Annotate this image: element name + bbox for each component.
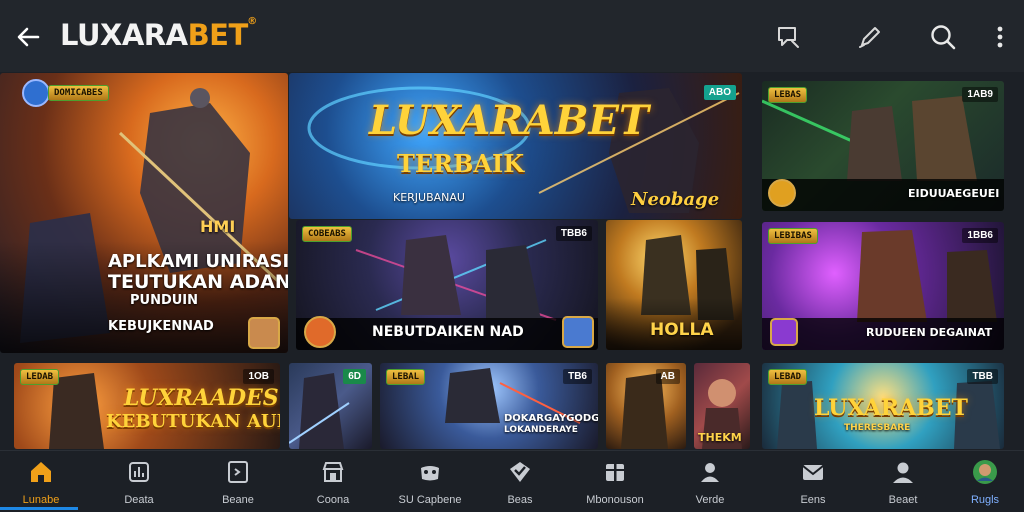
nav-item-home[interactable]: Lunabe (0, 459, 86, 507)
tile-badge: LEDAB (20, 369, 60, 385)
nav-item-label: Lunabe (22, 494, 60, 506)
tile-corner-label: TB6 (563, 369, 592, 384)
tile-corner-label: TBB6 (555, 226, 592, 241)
banner-title: LUXARABET (369, 97, 649, 144)
nav-item-eens[interactable]: Eens (768, 459, 858, 507)
home-icon (31, 462, 51, 482)
game-tile[interactable]: LEBIBAS 1BB6 RUDUEEN DEGAINAT (762, 222, 1004, 350)
nav-item-beane[interactable]: Beane (193, 459, 283, 507)
nav-item-label: Verde (695, 494, 725, 506)
chat-icon[interactable] (774, 23, 802, 51)
game-tile[interactable]: 6D (289, 363, 372, 449)
nav-item-label: Deata (124, 494, 154, 506)
character-thumb-icon (562, 316, 594, 348)
tile-corner-label: 1OB (243, 369, 274, 384)
bottom-navigation: Lunabe Deata Beane Coona SU Capbene Beas… (0, 450, 1024, 512)
brand-logo[interactable]: LUXARABET ® (60, 16, 257, 52)
active-tab-indicator (0, 507, 78, 510)
nav-item-label: Coona (316, 494, 350, 506)
user-icon (701, 463, 719, 482)
tile-corner-label: HMI (200, 217, 236, 236)
search-icon[interactable] (929, 23, 957, 51)
tile-caption: THEKM (698, 431, 742, 444)
game-avatar-icon (22, 79, 50, 107)
banner-subtitle: TERBAIK (397, 149, 525, 178)
nav-item-label: SU Capbene (398, 494, 462, 506)
tile-caption: RUDUEEN DEGAINAT (866, 326, 993, 339)
shield-check-icon (510, 462, 530, 482)
game-tile[interactable]: LEBAL TB6 DOKARGAYGODG LOKANDERAYE (380, 363, 598, 449)
gift-icon (606, 464, 624, 481)
nav-item-beaet[interactable]: Beaet (858, 459, 948, 507)
game-tile[interactable]: AB (606, 363, 686, 449)
game-tile[interactable]: COBEABS TBB6 NEBUTDAIKEN NAD (296, 220, 598, 350)
avatar-icon (973, 460, 997, 484)
banner-tagline: KERJUBANAU (393, 191, 465, 204)
tablet-icon (228, 461, 248, 483)
nav-item-rugls[interactable]: Rugls (940, 459, 1024, 507)
tile-caption: EIDUUAEGEUEI (908, 187, 1000, 200)
tile-caption: KEBUJKENNAD (108, 319, 214, 334)
tile-caption: DOKARGAYGODG (504, 413, 598, 424)
tile-badge: LEBAS (768, 87, 808, 103)
partner-brand: Neobage (631, 189, 720, 210)
game-avatar-icon (770, 318, 798, 346)
tile-caption: TEUTUKAN ADAN (108, 271, 288, 293)
nav-item-verde[interactable]: Verde (665, 459, 755, 507)
nav-item-mbonouson[interactable]: Mbonouson (570, 459, 660, 507)
nav-item-coona[interactable]: Coona (288, 459, 378, 507)
game-tile-featured-banner[interactable]: LUXARABET TERBAIK KERJUBANAU ABO Neobage (289, 73, 742, 219)
chart-icon (129, 462, 149, 482)
game-tile-featured-left[interactable]: DOMICABES APLKAMI UNIRASI TEUTUKAN ADAN … (0, 73, 288, 353)
nav-item-capbene[interactable]: SU Capbene (385, 459, 475, 507)
tile-corner-label: 1AB9 (962, 87, 998, 102)
game-avatar-icon (304, 316, 336, 348)
tile-corner-label: 1BB6 (962, 228, 998, 243)
app-root: LUXARABET ® DOMICABES APLKAMI UNIRASI TE… (0, 0, 1024, 512)
tile-corner-label: AB (655, 369, 680, 384)
tile-caption: PUNDUIN (130, 293, 199, 308)
game-tile[interactable]: HOLLA (606, 220, 742, 350)
nav-item-label: Beaet (888, 494, 918, 506)
game-tile[interactable]: THEKM (694, 363, 750, 449)
tile-badge: DOMICABES (48, 85, 109, 101)
coin-icon (768, 179, 796, 207)
store-icon (322, 462, 344, 482)
mail-icon (802, 465, 824, 480)
nav-item-data[interactable]: Deata (94, 459, 184, 507)
tile-caption: HOLLA (650, 320, 714, 340)
tile-title: LUXRAADES (124, 385, 279, 411)
top-app-bar: LUXARABET ® (0, 0, 1024, 72)
game-tile[interactable]: LEBAD TBB LUXARABET THERESBARE (762, 363, 1004, 449)
character-thumb-icon (248, 317, 280, 349)
tile-subtitle: THERESBARE (844, 423, 911, 433)
tile-corner-label: ABO (703, 85, 736, 100)
tile-corner-label: 6D (343, 369, 366, 384)
tile-caption: APLKAMI UNIRASI (108, 251, 288, 272)
nav-item-label: Beane (222, 494, 254, 506)
game-tile[interactable]: LEBAS 1AB9 EIDUUAEGEUEI (762, 81, 1004, 211)
tile-caption: NEBUTDAIKEN NAD (372, 324, 524, 340)
tile-caption: LOKANDERAYE (504, 425, 578, 435)
profile-icon (893, 462, 913, 483)
nav-item-label: Beas (507, 494, 533, 506)
tile-badge: COBEABS (302, 226, 352, 242)
gamepad-icon (421, 466, 439, 481)
nav-item-label: Mbonouson (586, 494, 644, 506)
game-tile[interactable]: LEDAB 1OB LUXRAADES KEBUTUKAN AUD (14, 363, 280, 449)
tile-badge: LEBAL (386, 369, 426, 385)
pen-icon[interactable] (856, 23, 884, 51)
tile-title: LUXARABET (814, 395, 968, 421)
nav-item-label: Eens (800, 494, 826, 506)
nav-item-beas[interactable]: Beas (475, 459, 565, 507)
back-arrow-icon[interactable] (14, 22, 44, 52)
tile-badge: LEBAD (768, 369, 808, 385)
tile-subtitle: KEBUTUKAN AUD (106, 411, 280, 432)
tile-corner-label: TBB (967, 369, 998, 384)
more-vertical-icon[interactable] (986, 23, 1014, 51)
nav-item-label: Rugls (970, 494, 1000, 506)
tile-badge: LEBIBAS (768, 228, 818, 244)
